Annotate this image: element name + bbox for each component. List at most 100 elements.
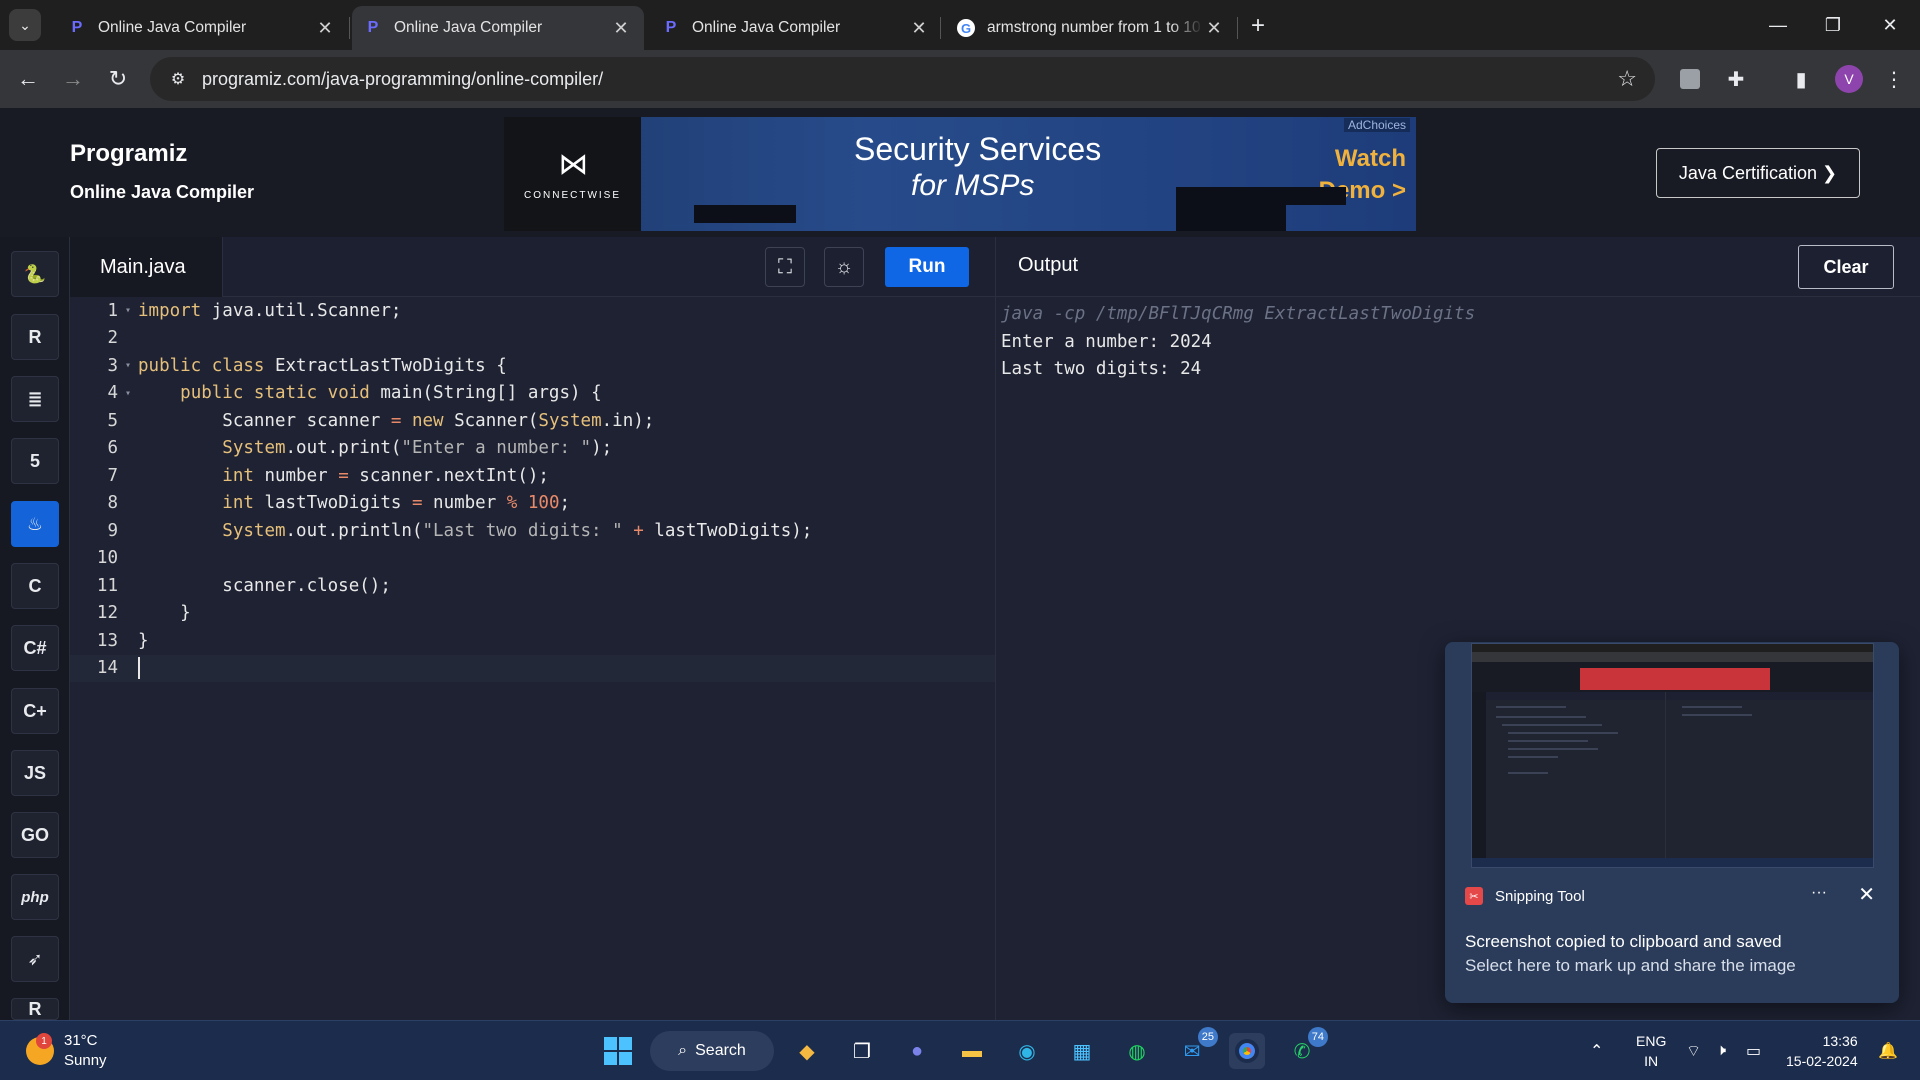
code-line[interactable]: 11 scanner.close(); [70, 572, 995, 600]
tab-search-button[interactable]: ⌄ [9, 9, 41, 41]
ad-banner[interactable]: ⋈ CONNECTWISE Security Services for MSPs… [504, 117, 1416, 231]
forward-button[interactable]: → [58, 64, 88, 94]
reload-button[interactable]: ↻ [103, 64, 133, 94]
theme-toggle-icon[interactable]: ☼ [824, 247, 864, 287]
language-php-icon[interactable]: php [11, 874, 59, 920]
code-line[interactable]: 14 [70, 654, 995, 682]
weather-widget[interactable]: 1 31°C Sunny [26, 1031, 107, 1071]
close-icon[interactable]: ✕ [314, 17, 336, 39]
thumb-code-line [1508, 756, 1558, 758]
code-editor[interactable]: 1 ▾ import java.util.Scanner; 2 3 ▾ public cla… [70, 297, 995, 1020]
code-line[interactable]: 9 System.out.println("Last two digits: "… [70, 517, 995, 545]
java-certification-button[interactable]: Java Certification ❯ [1656, 148, 1860, 198]
code-line[interactable]: 1 ▾ import java.util.Scanner; [70, 297, 995, 325]
file-explorer-icon[interactable]: ▬ [954, 1033, 990, 1069]
language-rust-icon[interactable]: R [11, 998, 59, 1020]
close-icon[interactable]: ✕ [908, 17, 930, 39]
code-text: public class ExtractLastTwoDigits { [138, 355, 507, 376]
code-line[interactable]: 3 ▾ public class ExtractLastTwoDigits { [70, 352, 995, 380]
microsoft-store-icon[interactable]: ▦ [1064, 1033, 1100, 1069]
language-go-icon[interactable]: GO [11, 812, 59, 858]
language-swift-icon[interactable]: ➶ [11, 936, 59, 982]
code-line[interactable]: 13} [70, 627, 995, 655]
screenshot-thumbnail[interactable] [1471, 643, 1874, 868]
back-button[interactable]: ← [13, 64, 43, 94]
line-number: 3 [107, 355, 118, 376]
volume-muted-icon[interactable]: 🕨 [1716, 1021, 1726, 1080]
adchoices-label[interactable]: AdChoices [1343, 118, 1410, 132]
teams-chat-icon[interactable]: ● [899, 1033, 935, 1069]
menu-kebab-icon[interactable]: ⋮ [1880, 65, 1908, 93]
battery-icon[interactable]: ▭ [1746, 1021, 1761, 1080]
programiz-favicon-icon: P [71, 19, 83, 36]
bookmark-star-icon[interactable]: ☆ [1617, 66, 1637, 92]
code-line[interactable]: 2 [70, 325, 995, 353]
more-options-icon[interactable]: ··· [1811, 884, 1827, 902]
extension-icon[interactable] [1676, 65, 1704, 93]
copilot-icon[interactable]: ◆ [789, 1033, 825, 1069]
fullscreen-icon[interactable]: ⛶ [765, 247, 805, 287]
language-r-icon[interactable]: R [11, 314, 59, 360]
language-c-icon[interactable]: C [11, 563, 59, 609]
outlook-icon[interactable]: ✉ 25 [1174, 1027, 1218, 1069]
clear-button[interactable]: Clear [1798, 245, 1894, 289]
ad-brand-name: CONNECTWISE [524, 190, 621, 201]
tray-overflow-icon[interactable]: ⌃ [1590, 1021, 1603, 1080]
programiz-logo[interactable]: Programiz [70, 140, 187, 168]
notification-bell-icon[interactable]: 🔔 [1878, 1021, 1898, 1080]
run-button[interactable]: Run [885, 247, 969, 287]
task-view-icon[interactable]: ❐ [844, 1033, 880, 1069]
close-icon[interactable]: ✕ [1203, 17, 1225, 39]
taskbar-search[interactable]: ⌕ Search [650, 1031, 774, 1071]
language-html-icon[interactable]: 5 [11, 438, 59, 484]
code-line[interactable]: 10 [70, 545, 995, 573]
new-tab-button[interactable]: + [1244, 12, 1272, 40]
language-sql-icon[interactable]: ≣ [11, 376, 59, 422]
language-csharp-icon[interactable]: C# [11, 625, 59, 671]
restore-button[interactable]: ❐ [1813, 10, 1853, 40]
code-line[interactable]: 5 Scanner scanner = new Scanner(System.i… [70, 407, 995, 435]
code-line[interactable]: 12 } [70, 600, 995, 628]
code-line[interactable]: 8 int lastTwoDigits = number % 100; [70, 490, 995, 518]
minimize-button[interactable]: — [1758, 10, 1798, 40]
side-panel-icon[interactable]: ▮ [1787, 65, 1815, 93]
code-line[interactable]: 6 System.out.print("Enter a number: "); [70, 435, 995, 463]
edge-icon[interactable]: ◉ [1009, 1033, 1045, 1069]
clock[interactable]: 13:36 15-02-2024 [1786, 1031, 1858, 1071]
browser-tab-1[interactable]: P Online Java Compiler ✕ [56, 6, 348, 50]
profile-avatar[interactable]: V [1835, 65, 1863, 93]
language-python-icon[interactable]: 🐍 [11, 251, 59, 297]
ad-headline: Security Services [854, 131, 1102, 167]
fold-arrow-icon[interactable]: ▾ [118, 388, 138, 399]
windows-start-icon[interactable] [600, 1033, 636, 1069]
browser-tab-3[interactable]: P Online Java Compiler ✕ [650, 6, 942, 50]
close-icon[interactable]: ✕ [1858, 882, 1875, 907]
chrome-icon[interactable] [1229, 1033, 1265, 1069]
language-javascript-icon[interactable]: JS [11, 750, 59, 796]
close-icon[interactable]: ✕ [610, 17, 632, 39]
code-line[interactable]: 4 ▾ public static void main(String[] args… [70, 380, 995, 408]
thumb-taskbar [1472, 858, 1873, 867]
spotify-icon[interactable]: ◍ [1119, 1033, 1155, 1069]
language-java-icon[interactable]: ♨ [11, 501, 59, 547]
file-tab-main-java[interactable]: Main.java [70, 237, 223, 297]
language-indicator[interactable]: ENG IN [1636, 1031, 1666, 1071]
language-cpp-icon[interactable]: C+ [11, 688, 59, 734]
site-settings-icon[interactable]: ⚙ [158, 69, 198, 89]
snipping-tool-notification[interactable]: ✂ Snipping Tool ··· ✕ Screenshot copied … [1445, 642, 1899, 1003]
browser-tab-2[interactable]: P Online Java Compiler ✕ [352, 6, 644, 50]
address-bar[interactable]: ⚙ programiz.com/java-programming/online-… [150, 57, 1655, 101]
code-text: } [138, 603, 191, 624]
tab-divider [1237, 17, 1238, 39]
fold-arrow-icon[interactable]: ▾ [118, 360, 138, 371]
extensions-puzzle-icon[interactable]: ✚ [1722, 65, 1750, 93]
window-close-button[interactable]: ✕ [1870, 10, 1910, 40]
ad-redaction [1176, 187, 1286, 231]
whatsapp-icon[interactable]: ✆ 74 [1284, 1027, 1328, 1069]
thumb-divider [1665, 692, 1666, 862]
browser-tab-4[interactable]: G armstrong number from 1 to 10 ✕ [945, 6, 1237, 50]
wifi-icon[interactable]: ⌔ [1686, 1021, 1701, 1080]
code-line[interactable]: 7 int number = scanner.nextInt(); [70, 462, 995, 490]
fold-arrow-icon[interactable]: ▾ [118, 305, 138, 316]
toast-app-row: ✂ Snipping Tool [1465, 887, 1585, 905]
